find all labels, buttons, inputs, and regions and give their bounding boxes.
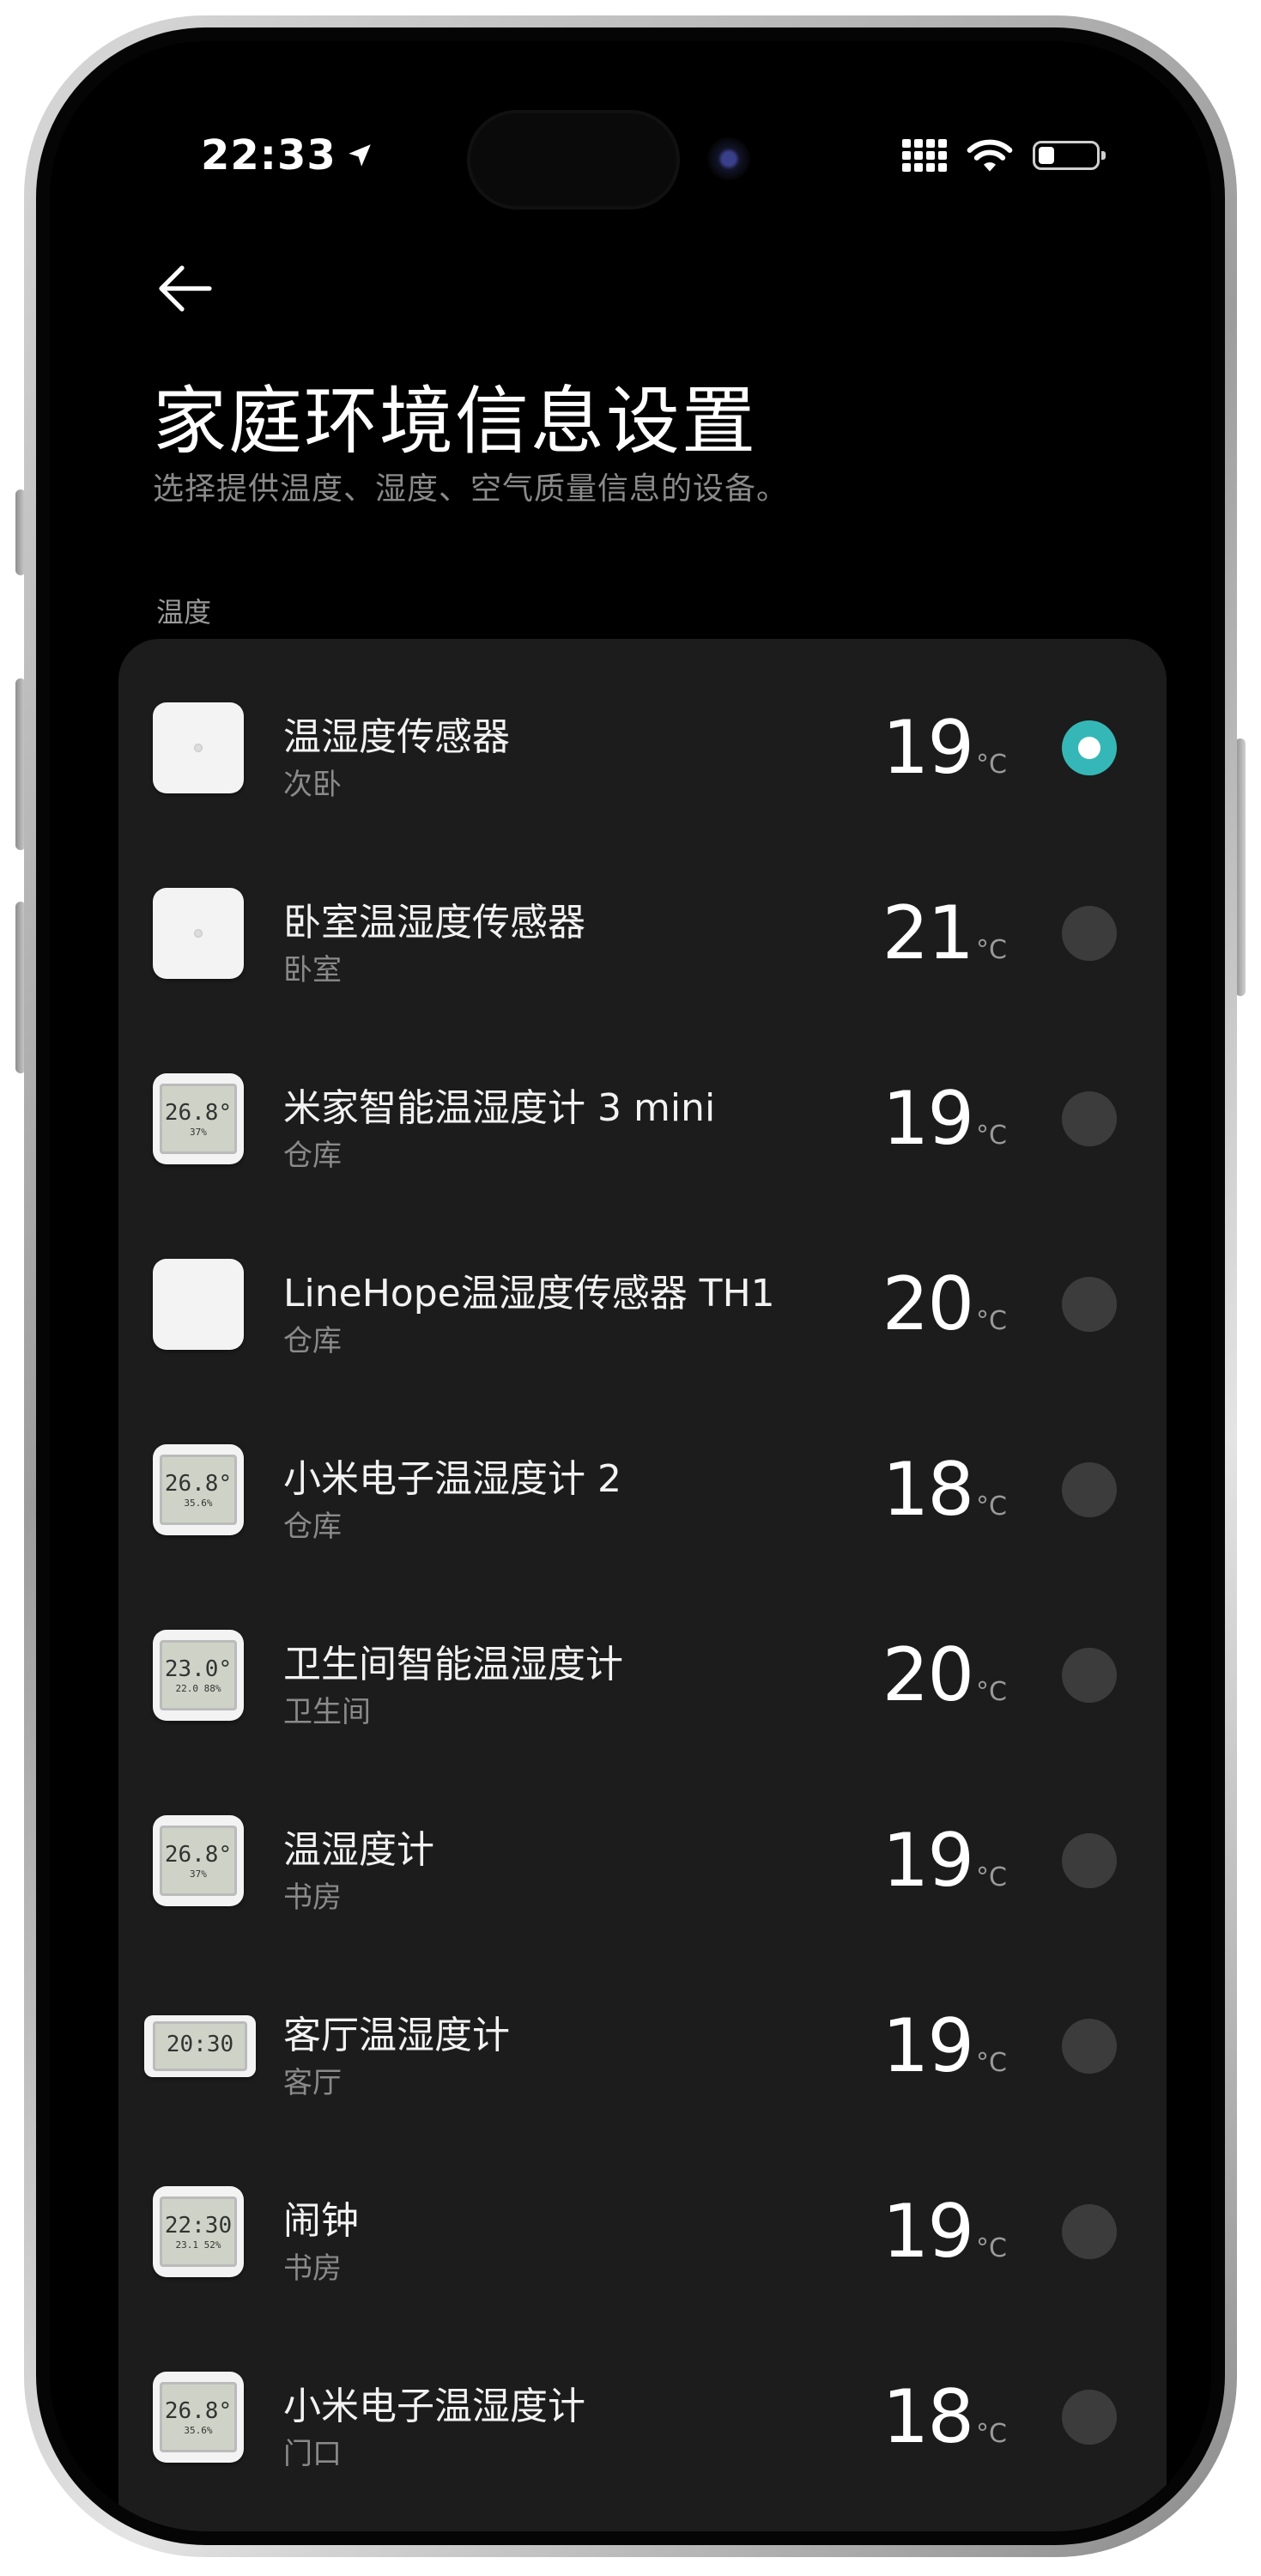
phone-frame: 22:33 家庭环境信息设置 选择提供温度、湿度、空气质量信息的设备。 温度 温…	[24, 15, 1237, 2557]
screen: 22:33 家庭环境信息设置 选择提供温度、湿度、空气质量信息的设备。 温度 温…	[50, 41, 1211, 2531]
temperature-unit: °C	[976, 2233, 1007, 2263]
device-list-card: 温湿度传感器 次卧 19 °C 卧室温湿度传感器 卧室 21 °C 26.8° 37% 米家智能温湿…	[118, 639, 1167, 2531]
select-radio-button[interactable]	[1062, 1833, 1117, 1888]
select-radio-button[interactable]	[1062, 1091, 1117, 1146]
square-sensor-icon	[153, 702, 244, 793]
device-name: 温湿度传感器	[283, 715, 510, 759]
temperature-reading: 19 °C	[882, 2003, 1007, 2089]
dynamic-island	[470, 113, 676, 206]
device-room: 仓库	[283, 1510, 342, 1544]
temperature-value: 20	[882, 1632, 974, 1718]
device-row[interactable]: LineHope温湿度传感器 TH1 仓库 20 °C	[118, 1212, 1167, 1396]
temperature-unit: °C	[976, 1121, 1007, 1151]
temperature-reading: 19 °C	[882, 1076, 1007, 1162]
temperature-value: 19	[882, 1076, 974, 1162]
temperature-reading: 19 °C	[882, 1818, 1007, 1904]
device-name: 温湿度计	[283, 1828, 434, 1872]
temperature-reading: 19 °C	[882, 705, 1007, 791]
temperature-reading: 20 °C	[882, 1632, 1007, 1718]
temperature-unit: °C	[976, 1306, 1007, 1336]
select-radio-button[interactable]	[1062, 2390, 1117, 2445]
status-icons	[902, 137, 1106, 173]
front-camera	[707, 137, 750, 180]
cellular-signal-icon	[902, 139, 947, 172]
temperature-reading: 20 °C	[882, 1261, 1007, 1347]
select-radio-button[interactable]	[1062, 1462, 1117, 1517]
wifi-icon	[967, 139, 1013, 172]
select-radio-button[interactable]	[1062, 2019, 1117, 2074]
select-radio-button[interactable]	[1062, 720, 1117, 775]
temperature-reading: 18 °C	[882, 2374, 1007, 2460]
clock-text: 22:33	[201, 131, 336, 179]
select-radio-button[interactable]	[1062, 1648, 1117, 1703]
back-arrow-icon[interactable]	[151, 254, 220, 323]
device-name: 米家智能温湿度计 3 mini	[283, 1086, 716, 1130]
device-row[interactable]: 22:30 23.1 52% 闹钟书房 19 °C	[118, 2140, 1167, 2324]
device-room: 门口	[283, 2437, 342, 2471]
temperature-value: 20	[882, 1261, 974, 1347]
select-radio-button[interactable]	[1062, 2204, 1117, 2259]
lcd-thermometer-icon: 26.8° 37%	[153, 1073, 244, 1164]
device-room: 客厅	[283, 2066, 342, 2100]
select-radio-button[interactable]	[1062, 1277, 1117, 1332]
temperature-reading: 18 °C	[882, 1447, 1007, 1533]
status-time: 22:33	[201, 131, 374, 179]
temperature-reading: 19 °C	[882, 2189, 1007, 2275]
phone-bezel: 22:33 家庭环境信息设置 选择提供温度、湿度、空气质量信息的设备。 温度 温…	[36, 27, 1225, 2545]
device-name: LineHope温湿度传感器 TH1	[283, 1272, 775, 1315]
lcd-thermometer-icon: 26.8° 35.6%	[153, 1444, 244, 1535]
temperature-unit: °C	[976, 2048, 1007, 2078]
page-subtitle: 选择提供温度、湿度、空气质量信息的设备。	[153, 471, 789, 507]
device-row[interactable]: 卧室温湿度传感器卧室 21 °C	[118, 841, 1167, 1025]
device-name: 小米电子温湿度计 2	[283, 1457, 621, 1501]
temperature-value: 19	[882, 705, 974, 791]
temperature-reading: 21 °C	[882, 890, 1007, 976]
temperature-value: 19	[882, 2003, 974, 2089]
select-radio-button[interactable]	[1062, 906, 1117, 961]
temperature-value: 18	[882, 2374, 974, 2460]
lcd-clock-icon: 20:30	[144, 2015, 256, 2077]
temperature-value: 19	[882, 1818, 974, 1904]
device-room: 卧室	[283, 953, 342, 987]
device-room: 仓库	[283, 1139, 342, 1173]
temperature-unit: °C	[976, 1862, 1007, 1893]
temperature-value: 21	[882, 890, 974, 976]
temperature-unit: °C	[976, 2419, 1007, 2449]
device-name: 闹钟	[283, 2199, 359, 2243]
device-name: 卫生间智能温湿度计	[283, 1643, 623, 1686]
temperature-value: 18	[882, 1447, 974, 1533]
device-row[interactable]: 20:30 客厅温湿度计客厅 19 °C	[118, 1954, 1167, 2138]
location-arrow-icon	[349, 144, 371, 167]
device-room: 次卧	[283, 768, 342, 802]
device-room: 书房	[283, 1880, 342, 1915]
temperature-unit: °C	[976, 1677, 1007, 1707]
device-row[interactable]: 26.8° 35.6% 小米电子温湿度计门口 18 °C	[118, 2325, 1167, 2509]
lcd-thermometer-icon: 26.8° 37%	[153, 1815, 244, 1906]
lcd-thermometer-icon: 23.0° 22.0 88%	[153, 1630, 244, 1721]
lcd-thermometer-icon: 26.8° 35.6%	[153, 2372, 244, 2463]
device-room: 书房	[283, 2251, 342, 2286]
blank-sensor-icon	[153, 1259, 244, 1350]
status-bar: 22:33	[50, 41, 1211, 206]
device-name: 小米电子温湿度计	[283, 2385, 585, 2428]
temperature-value: 19	[882, 2189, 974, 2275]
device-room: 仓库	[283, 1324, 342, 1358]
alarm-clock-icon: 22:30 23.1 52%	[153, 2186, 244, 2277]
page-title: 家庭环境信息设置	[153, 379, 757, 465]
temperature-unit: °C	[976, 1492, 1007, 1522]
device-row[interactable]: 26.8° 37% 米家智能温湿度计 3 mini 仓库 19 °C	[118, 1027, 1167, 1211]
device-row[interactable]: 26.8° 37% 温湿度计书房 19 °C	[118, 1769, 1167, 1953]
device-row[interactable]: 23.0° 22.0 88% 卫生间智能温湿度计卫生间 20 °C	[118, 1583, 1167, 1767]
device-room: 卫生间	[283, 1695, 371, 1729]
section-label-temperature: 温度	[156, 596, 212, 629]
temperature-unit: °C	[976, 750, 1007, 780]
device-row[interactable]: 温湿度传感器次卧 19 °C	[118, 656, 1167, 840]
device-name: 客厅温湿度计	[283, 2014, 510, 2057]
device-row[interactable]: 26.8° 35.6% 小米电子温湿度计 2 仓库 18 °C	[118, 1398, 1167, 1582]
battery-icon	[1033, 141, 1106, 170]
device-name: 卧室温湿度传感器	[283, 901, 585, 945]
temperature-unit: °C	[976, 935, 1007, 965]
square-sensor-icon	[153, 888, 244, 979]
